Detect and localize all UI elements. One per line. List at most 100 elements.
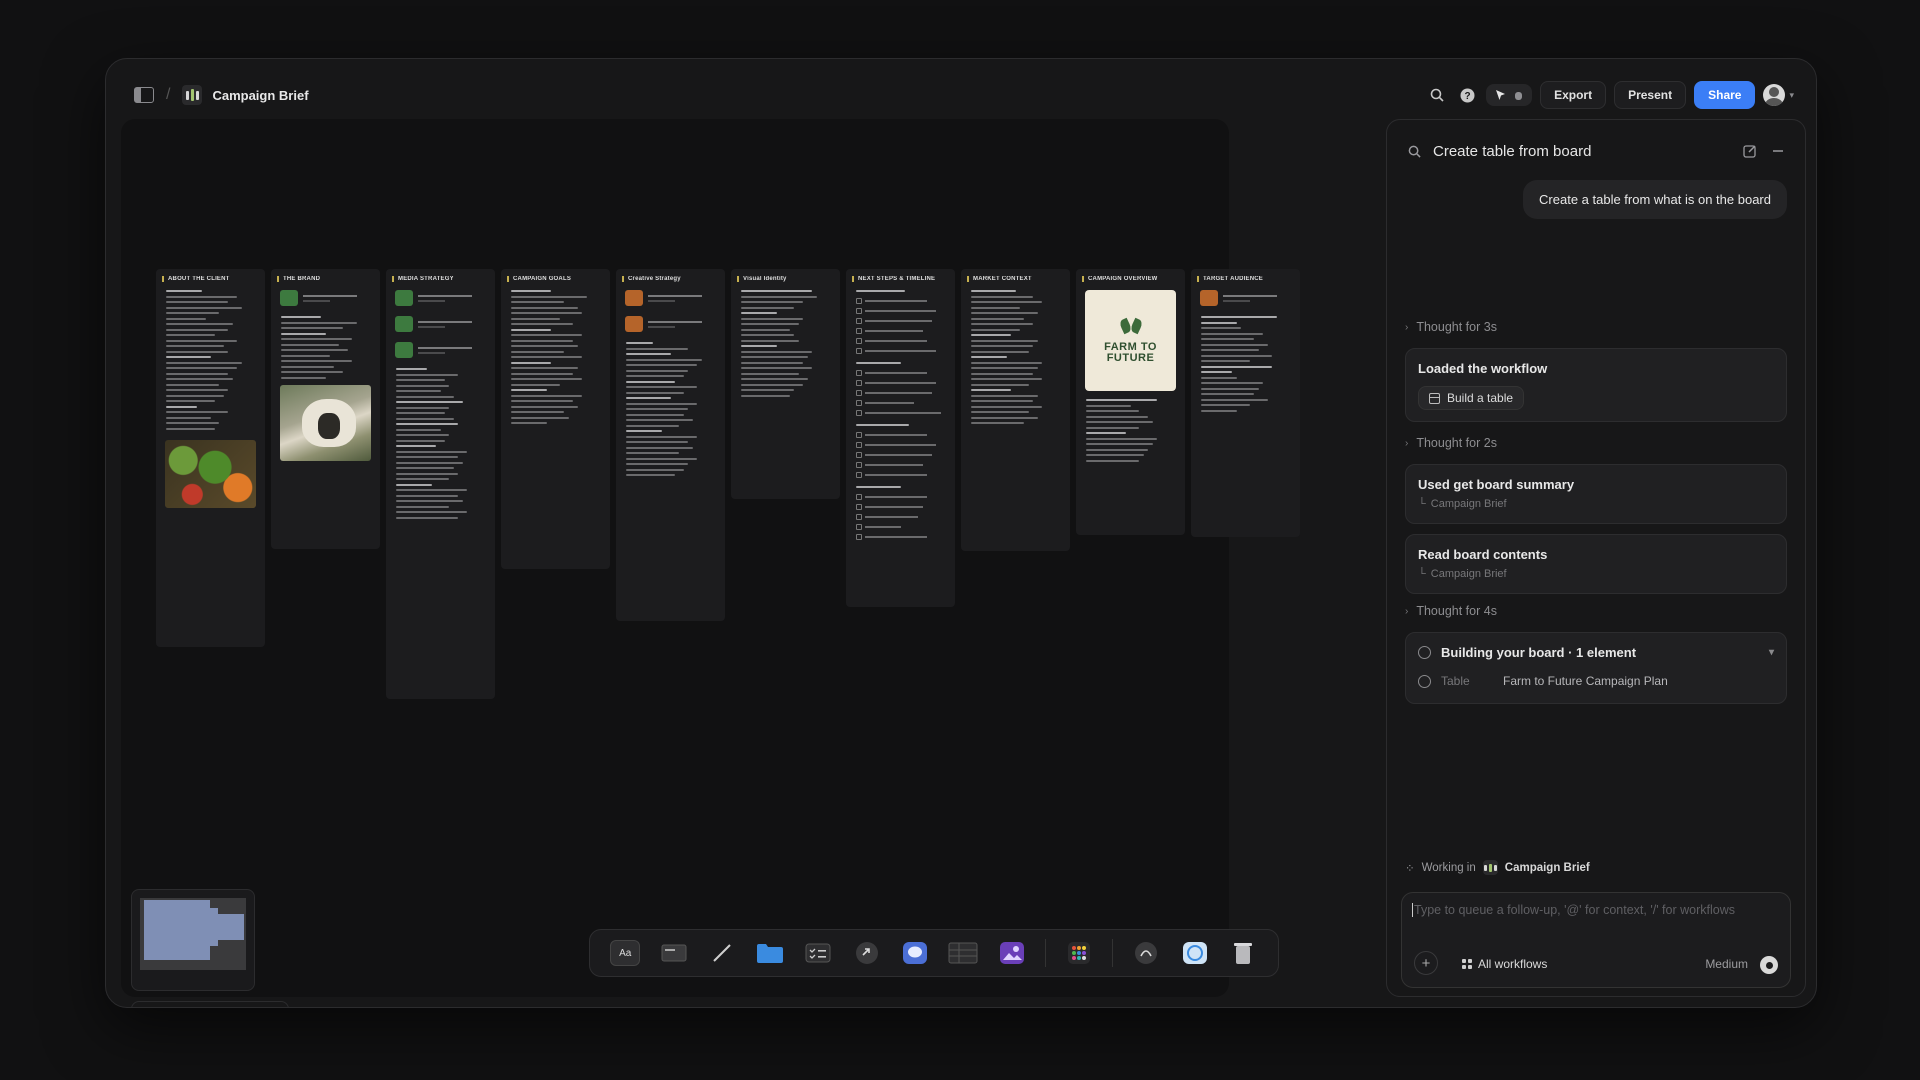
sheep-photo[interactable]: [280, 384, 371, 461]
farm-to-future-logo[interactable]: FARM TO FUTURE: [1085, 290, 1176, 391]
spreadsheet-icon: [395, 290, 413, 306]
column-text: [852, 290, 949, 292]
folder-tool-icon[interactable]: [755, 940, 785, 966]
table-tool-icon[interactable]: [948, 940, 978, 966]
chevron-right-icon: ›: [1405, 437, 1409, 449]
column-text: [737, 290, 834, 397]
model-selector[interactable]: Medium: [1705, 957, 1748, 971]
export-button[interactable]: Export: [1540, 81, 1607, 109]
element-row[interactable]: Table Farm to Future Campaign Plan: [1418, 674, 1774, 688]
text-tool-icon[interactable]: Aa: [610, 940, 641, 966]
attachment[interactable]: [1200, 290, 1291, 306]
minimap-viewport[interactable]: [140, 898, 246, 970]
search-icon[interactable]: [1426, 84, 1448, 106]
board-columns: ABOUT THE CLIENT THE BRAND MEDIA STRATEG…: [156, 269, 1300, 699]
building-title: Building your board · 1 element: [1441, 645, 1637, 660]
checklist-tool-icon[interactable]: [803, 940, 833, 966]
board-column[interactable]: NEXT STEPS & TIMELINE: [846, 269, 955, 607]
minimize-icon[interactable]: [1769, 142, 1787, 160]
column-text: [1082, 399, 1179, 462]
board-column[interactable]: MEDIA STRATEGY: [386, 269, 495, 699]
checklist[interactable]: [852, 370, 949, 416]
checklist[interactable]: [852, 494, 949, 540]
link-tool-icon[interactable]: [852, 940, 882, 966]
column-text: [162, 290, 259, 430]
board-column[interactable]: THE BRAND: [271, 269, 380, 549]
step-subtitle-text: Campaign Brief: [1430, 498, 1507, 510]
workflow-pill[interactable]: Build a table: [1418, 386, 1525, 410]
note-tool-icon[interactable]: [658, 940, 688, 966]
step-subtitle: └ Campaign Brief: [1418, 568, 1774, 580]
board-column[interactable]: CAMPAIGN GOALS: [501, 269, 610, 569]
zoom-controls: + − ↶ ↷ ⤢: [131, 1001, 289, 1009]
image-tool-icon[interactable]: [997, 940, 1027, 966]
board-column[interactable]: Visual Identity: [731, 269, 840, 499]
thought-label: Thought for 4s: [1416, 604, 1497, 618]
send-button[interactable]: [1760, 956, 1778, 974]
thought-toggle[interactable]: › Thought for 2s: [1405, 436, 1497, 450]
tool-call-card[interactable]: Read board contents └ Campaign Brief: [1405, 534, 1787, 594]
checklist[interactable]: [852, 432, 949, 478]
board-title[interactable]: Campaign Brief: [212, 88, 308, 103]
cursor-icon[interactable]: [1493, 88, 1507, 102]
present-button[interactable]: Present: [1614, 81, 1687, 109]
attachment[interactable]: [395, 290, 486, 306]
browser-tool-icon[interactable]: [1179, 940, 1209, 966]
tool-call-card[interactable]: Used get board summary └ Campaign Brief: [1405, 464, 1787, 524]
undo-icon[interactable]: ↶: [200, 1007, 220, 1008]
all-workflows-button[interactable]: All workflows: [1462, 957, 1547, 971]
chevron-down-icon[interactable]: ▾: [1769, 647, 1774, 658]
thought-label: Thought for 2s: [1416, 436, 1497, 450]
sidebar-toggle-icon[interactable]: [134, 87, 154, 103]
vegetables-photo[interactable]: [165, 439, 256, 508]
attachment[interactable]: [625, 316, 716, 332]
thought-toggle[interactable]: › Thought for 4s: [1405, 604, 1497, 618]
attachment[interactable]: [625, 290, 716, 306]
line-tool-icon[interactable]: [707, 940, 737, 966]
zoom-out-icon[interactable]: −: [169, 1008, 189, 1009]
minimap[interactable]: [131, 889, 255, 991]
attachment[interactable]: [395, 316, 486, 332]
share-button[interactable]: Share: [1694, 81, 1756, 109]
hand-icon[interactable]: [1511, 88, 1525, 102]
column-text: [967, 290, 1064, 424]
attachment[interactable]: [280, 290, 371, 306]
attachment[interactable]: [395, 342, 486, 358]
column-title: Creative Strategy: [622, 276, 719, 282]
composer-input[interactable]: Type to queue a follow-up, '@' for conte…: [1412, 903, 1735, 917]
board-column[interactable]: Creative Strategy: [616, 269, 725, 621]
checklist[interactable]: [852, 298, 949, 354]
user-avatar[interactable]: [1763, 84, 1786, 106]
comment-tool-icon[interactable]: [900, 940, 930, 966]
all-workflows-label: All workflows: [1478, 957, 1548, 971]
chevron-down-icon[interactable]: ▾: [1789, 90, 1794, 101]
board-column[interactable]: ABOUT THE CLIENT: [156, 269, 265, 647]
board-column[interactable]: MARKET CONTEXT: [961, 269, 1070, 551]
column-title: MARKET CONTEXT: [967, 276, 1064, 282]
user-message: Create a table from what is on the board: [1523, 180, 1787, 219]
apps-tool-icon[interactable]: [1064, 940, 1094, 966]
column-text: [1197, 316, 1294, 412]
corner-arrow-icon: └: [1418, 568, 1426, 580]
board-canvas[interactable]: ABOUT THE CLIENT THE BRAND MEDIA STRATEG…: [121, 119, 1300, 1007]
zoom-in-icon[interactable]: +: [138, 1008, 158, 1009]
image-icon: [625, 290, 643, 306]
trash-icon[interactable]: [1228, 940, 1258, 966]
ai-tool-icon[interactable]: [1131, 940, 1161, 966]
message-composer[interactable]: Type to queue a follow-up, '@' for conte…: [1401, 892, 1791, 988]
step-title: Loaded the workflow: [1418, 361, 1548, 376]
pointer-tool-toggle[interactable]: [1486, 84, 1533, 106]
share-icon: [395, 342, 413, 358]
working-context: ⁘ Working in Campaign Brief: [1405, 860, 1590, 875]
new-chat-icon[interactable]: [1741, 142, 1759, 160]
sprout-icon: [1119, 317, 1143, 339]
fit-screen-icon[interactable]: ⤢: [262, 1008, 282, 1009]
building-card[interactable]: Building your board · 1 element ▾ Table …: [1405, 632, 1787, 704]
breadcrumb-separator: /: [166, 86, 171, 103]
add-context-button[interactable]: +: [1414, 951, 1438, 975]
board-column[interactable]: CAMPAIGN OVERVIEW FARM TO FUTURE: [1076, 269, 1185, 535]
redo-icon[interactable]: ↷: [231, 1007, 251, 1008]
board-column[interactable]: TARGET AUDIENCE: [1191, 269, 1300, 537]
thought-toggle[interactable]: › Thought for 3s: [1405, 320, 1497, 334]
help-icon[interactable]: ?: [1456, 84, 1478, 106]
